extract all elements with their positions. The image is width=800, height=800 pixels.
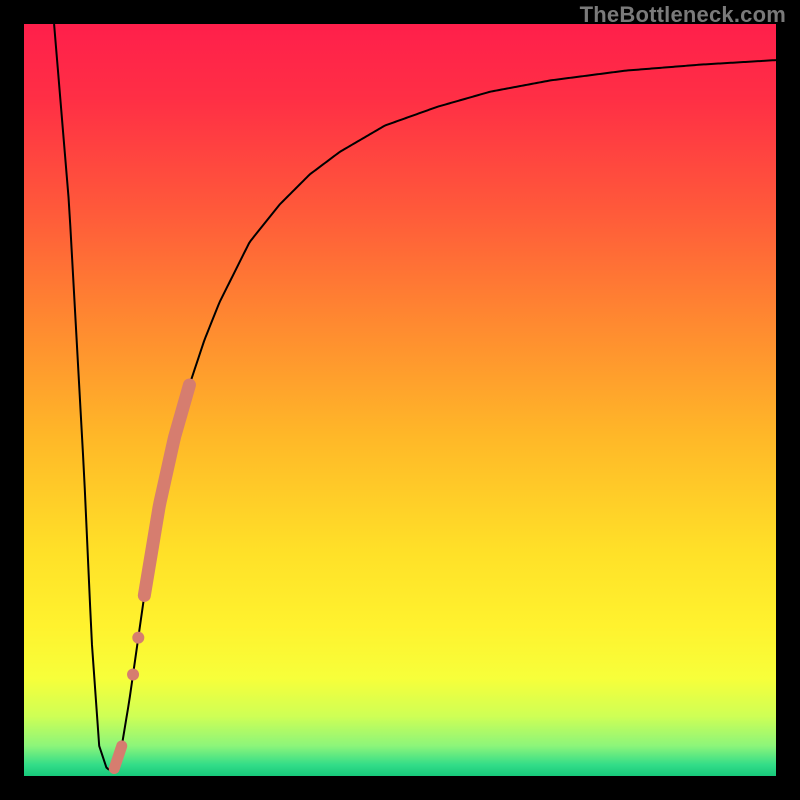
- plot-background: [24, 24, 776, 776]
- marker-dot: [127, 668, 139, 680]
- marker-dot: [132, 632, 144, 644]
- marker-segment: [114, 746, 122, 769]
- chart-frame: TheBottleneck.com: [0, 0, 800, 800]
- bottleneck-plot: [24, 24, 776, 776]
